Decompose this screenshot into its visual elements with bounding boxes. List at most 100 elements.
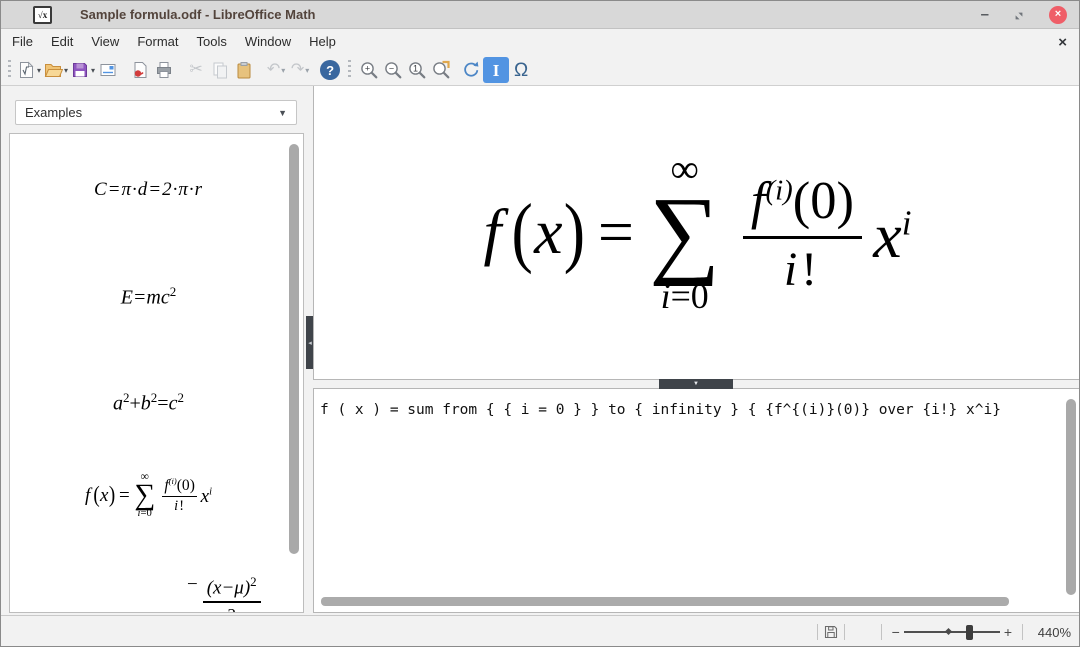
zoom-out-control[interactable]: − — [892, 625, 900, 639]
example-circumference[interactable]: C=π·d=2·π·r — [10, 179, 287, 201]
copy-icon — [210, 60, 230, 80]
titlebar[interactable]: √x Sample formula.odf - LibreOffice Math… — [1, 1, 1079, 29]
redo-dropdown-caret-icon[interactable]: ▾ — [305, 66, 309, 75]
examples-scrollbar-thumb[interactable] — [289, 144, 299, 554]
undo-icon: ↶ — [267, 62, 280, 78]
app-icon: √x — [33, 6, 52, 24]
update-refresh-icon — [461, 60, 481, 80]
example-pythagoras[interactable]: a2+b2=c2 — [10, 390, 287, 416]
print-icon — [154, 60, 174, 80]
menu-window[interactable]: Window — [236, 29, 300, 55]
splitter-left-icon: ◂ — [308, 339, 312, 347]
zoom-100-icon: 1 — [407, 60, 427, 80]
zoom-slider[interactable] — [904, 624, 1000, 640]
export-pdf-button[interactable] — [128, 57, 152, 83]
help-button[interactable]: ? — [318, 57, 342, 83]
examples-selector[interactable]: Examples ▼ — [15, 100, 297, 125]
close-icon: × — [1055, 9, 1061, 20]
example-gauss-partial[interactable]: − (x−μ)2 2 — [187, 574, 261, 613]
statusbar-separator — [817, 624, 818, 640]
omega-icon: Ω — [514, 61, 528, 80]
menu-view[interactable]: View — [82, 29, 128, 55]
redo-icon: ↷ — [291, 62, 304, 78]
examples-selector-value: Examples — [25, 105, 82, 120]
save-dropdown-caret-icon[interactable]: ▾ — [91, 66, 95, 75]
paste-button[interactable] — [232, 57, 256, 83]
menu-tools[interactable]: Tools — [187, 29, 235, 55]
horizontal-splitter-handle[interactable]: ▼ — [659, 379, 733, 389]
horizontal-splitter[interactable]: ▼ — [313, 379, 1080, 389]
formula-cursor-icon: I — [493, 62, 500, 79]
statusbar-separator — [1022, 624, 1023, 640]
statusbar-separator — [881, 624, 882, 640]
formula-command-text[interactable]: f ( x ) = sum from { { i = 0 } } to { in… — [320, 401, 1061, 419]
symbols-catalog-button[interactable]: Ω — [509, 57, 533, 83]
toolbar: ▾ ▾ ▾ — [1, 55, 1079, 86]
statusbar-separator — [844, 624, 845, 640]
save-indicator-icon — [824, 625, 838, 639]
toolbar-grip-icon[interactable] — [8, 60, 11, 80]
svg-text:−: − — [389, 64, 394, 74]
zoom-out-icon: − — [383, 60, 403, 80]
statusbar: − + 440% — [1, 615, 1079, 647]
open-button[interactable]: ▾ — [42, 57, 69, 83]
cut-button[interactable]: ✂ — [184, 57, 208, 83]
example-mass-energy[interactable]: E=mc2 — [10, 284, 287, 310]
show-all-icon — [431, 60, 451, 80]
formula-view[interactable]: f(x)= ∞∑i=0 f(i)(0)i! xi — [313, 86, 1080, 379]
redo-button[interactable]: ↷ ▾ — [288, 57, 312, 83]
restore-icon — [1013, 10, 1025, 22]
taylor-formula-mini: f(x)= ∞∑i=0 f(i)(0)i! xi — [85, 471, 212, 520]
close-button[interactable]: × — [1049, 6, 1067, 24]
menu-help[interactable]: Help — [300, 29, 345, 55]
cut-icon: ✂ — [189, 62, 202, 78]
app-icon-glyph: √x — [38, 10, 47, 20]
minimize-button[interactable]: – — [981, 10, 989, 20]
command-vertical-scrollbar-thumb[interactable] — [1066, 399, 1076, 595]
zoom-in-control[interactable]: + — [1004, 625, 1012, 639]
combo-arrow-icon[interactable]: ▼ — [278, 108, 287, 118]
zoom-level[interactable]: 440% — [1035, 625, 1071, 640]
menu-format[interactable]: Format — [128, 29, 187, 55]
taylor-formula-large: f(x)= ∞∑i=0 f(i)(0)i! xi — [484, 150, 912, 314]
svg-text:+: + — [365, 64, 370, 74]
app-window: √x Sample formula.odf - LibreOffice Math… — [0, 0, 1080, 647]
zoom-out-button[interactable]: − — [381, 57, 405, 83]
menu-edit[interactable]: Edit — [42, 29, 82, 55]
menubar: File Edit View Format Tools Window Help … — [1, 29, 1079, 55]
email-document-icon — [98, 60, 118, 80]
undo-dropdown-caret-icon[interactable]: ▾ — [281, 66, 285, 75]
show-all-button[interactable] — [429, 57, 453, 83]
restore-button[interactable] — [1013, 9, 1025, 21]
new-dropdown-caret-icon[interactable]: ▾ — [37, 66, 41, 75]
zoom-100-button[interactable]: 1 — [405, 57, 429, 83]
save-floppy-icon — [70, 60, 90, 80]
save-button[interactable]: ▾ — [69, 57, 96, 83]
new-formula-button[interactable]: ▾ — [15, 57, 42, 83]
command-horizontal-scrollbar-thumb[interactable] — [321, 597, 1009, 606]
window-title: Sample formula.odf - LibreOffice Math — [80, 7, 315, 22]
close-document-button[interactable]: × — [1058, 35, 1067, 50]
formula-command-editor[interactable]: f ( x ) = sum from { { i = 0 } } to { in… — [313, 389, 1080, 613]
copy-button[interactable] — [208, 57, 232, 83]
update-button[interactable] — [459, 57, 483, 83]
new-formula-icon — [16, 60, 36, 80]
menu-file[interactable]: File — [3, 29, 42, 55]
window-controls: – × — [981, 6, 1067, 24]
svg-text:1: 1 — [413, 64, 418, 74]
zoom-slider-handle[interactable] — [966, 625, 973, 640]
zoom-in-icon: + — [359, 60, 379, 80]
zoom-in-button[interactable]: + — [357, 57, 381, 83]
email-document-button[interactable] — [96, 57, 120, 83]
toolbar-separator — [348, 60, 351, 80]
export-pdf-icon — [130, 60, 150, 80]
example-taylor-series[interactable]: f(x)= ∞∑i=0 f(i)(0)i! xi — [10, 471, 287, 520]
open-dropdown-caret-icon[interactable]: ▾ — [64, 66, 68, 75]
zoom-slider-notch — [945, 628, 952, 635]
help-icon: ? — [320, 60, 340, 80]
open-folder-icon — [43, 60, 63, 80]
undo-button[interactable]: ↶ ▾ — [264, 57, 288, 83]
formula-cursor-button[interactable]: I — [483, 57, 509, 83]
print-button[interactable] — [152, 57, 176, 83]
paste-icon — [234, 60, 254, 80]
